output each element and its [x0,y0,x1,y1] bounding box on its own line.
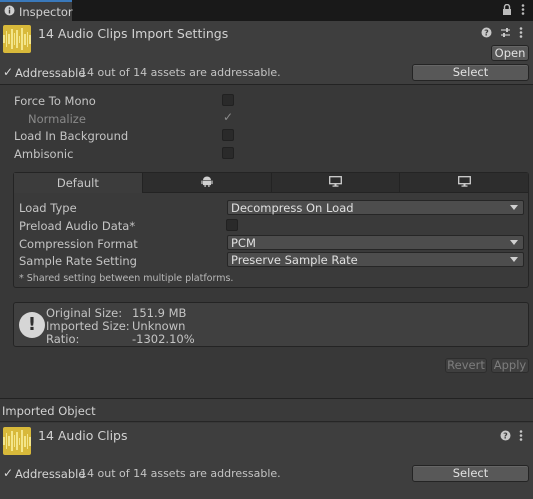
monitor-icon [457,175,471,190]
load-in-background-label: Load In Background [14,129,129,143]
menu-icon[interactable] [519,27,523,41]
preload-audio-data-label: Preload Audio Data* [19,219,136,233]
preset-icon[interactable] [500,27,511,41]
addressable-status: 14 out of 14 assets are addressable. [80,467,281,480]
audio-clip-icon [3,25,31,53]
tab-standalone[interactable] [271,173,401,193]
preload-audio-data-checkbox[interactable] [226,219,238,231]
select-button[interactable]: Select [412,64,529,81]
load-type-dropdown[interactable]: Decompress On Load [227,200,524,215]
inspector-header: 14 Audio Clips Import Settings ? Open ✓ … [0,21,533,85]
audio-clip-icon [3,427,31,455]
normalize-label: Normalize [28,112,86,126]
revert-button[interactable]: Revert [445,358,487,373]
imported-size-label: Imported Size: [46,319,130,333]
tab-label: Inspector [19,4,73,19]
sample-rate-setting-dropdown[interactable]: Preserve Sample Rate [227,252,524,267]
monitor-icon [328,175,342,190]
tab-default[interactable]: Default [14,173,143,193]
chevron-down-icon [510,240,518,245]
addressable-label: Addressable [15,467,86,481]
header-title: 14 Audio Clips Import Settings [38,26,229,41]
chevron-down-icon [510,205,518,210]
load-type-value: Decompress On Load [231,200,354,215]
compression-format-dropdown[interactable]: PCM [227,235,524,250]
chevron-down-icon [510,257,518,262]
original-size-label: Original Size: [46,306,123,320]
android-icon [201,175,213,190]
more-icon[interactable] [521,4,525,18]
lock-icon[interactable] [502,3,512,18]
apply-button[interactable]: Apply [491,358,529,373]
addressable-status: 14 out of 14 assets are addressable. [80,66,281,79]
imported-object-title: 14 Audio Clips [38,428,128,443]
tab-bar: Inspector [0,0,533,21]
tab-android[interactable] [142,173,272,193]
section-title: Imported Object [2,404,96,418]
force-to-mono-label: Force To Mono [14,94,96,108]
platform-settings-panel: Default Load Type Decompress On Load Pre… [13,172,529,288]
tab-inspector[interactable]: Inspector [0,0,73,21]
sample-rate-setting-value: Preserve Sample Rate [231,252,358,267]
imported-object-section-header: Imported Object [0,398,533,422]
size-info-box: ! Original Size: 151.9 MB Imported Size:… [13,302,529,347]
imported-object-panel: 14 Audio Clips ? ✓ Addressable 14 out of… [0,423,533,499]
select-button[interactable]: Select [412,465,529,482]
addressable-label: Addressable [15,66,86,80]
force-to-mono-checkbox[interactable] [222,94,234,106]
load-type-label: Load Type [19,201,77,215]
svg-text:?: ? [503,432,508,441]
imported-size-value: Unknown [132,319,186,333]
exclamation-icon: ! [19,312,45,338]
ambisonic-label: Ambisonic [14,147,74,161]
normalize-checkbox: ✓ [223,110,234,124]
info-icon [4,5,15,19]
load-in-background-checkbox[interactable] [222,129,234,141]
ambisonic-checkbox[interactable] [222,147,234,159]
sample-rate-setting-label: Sample Rate Setting [19,254,137,268]
ratio-label: Ratio: [46,332,80,346]
open-button[interactable]: Open [491,45,529,61]
platform-tabs: Default [14,173,528,193]
svg-text:?: ? [484,29,489,38]
shared-setting-note: * Shared setting between multiple platfo… [19,273,234,284]
addressable-checkbox[interactable]: ✓ [3,66,13,78]
compression-format-label: Compression Format [19,237,138,251]
compression-format-value: PCM [231,235,256,250]
original-size-value: 151.9 MB [132,306,187,320]
tab-webgl[interactable] [400,173,528,193]
ratio-value: -1302.10% [132,332,195,346]
help-icon[interactable]: ? [500,430,511,444]
menu-icon[interactable] [519,430,523,444]
help-icon[interactable]: ? [481,27,492,41]
addressable-checkbox[interactable]: ✓ [3,467,13,479]
